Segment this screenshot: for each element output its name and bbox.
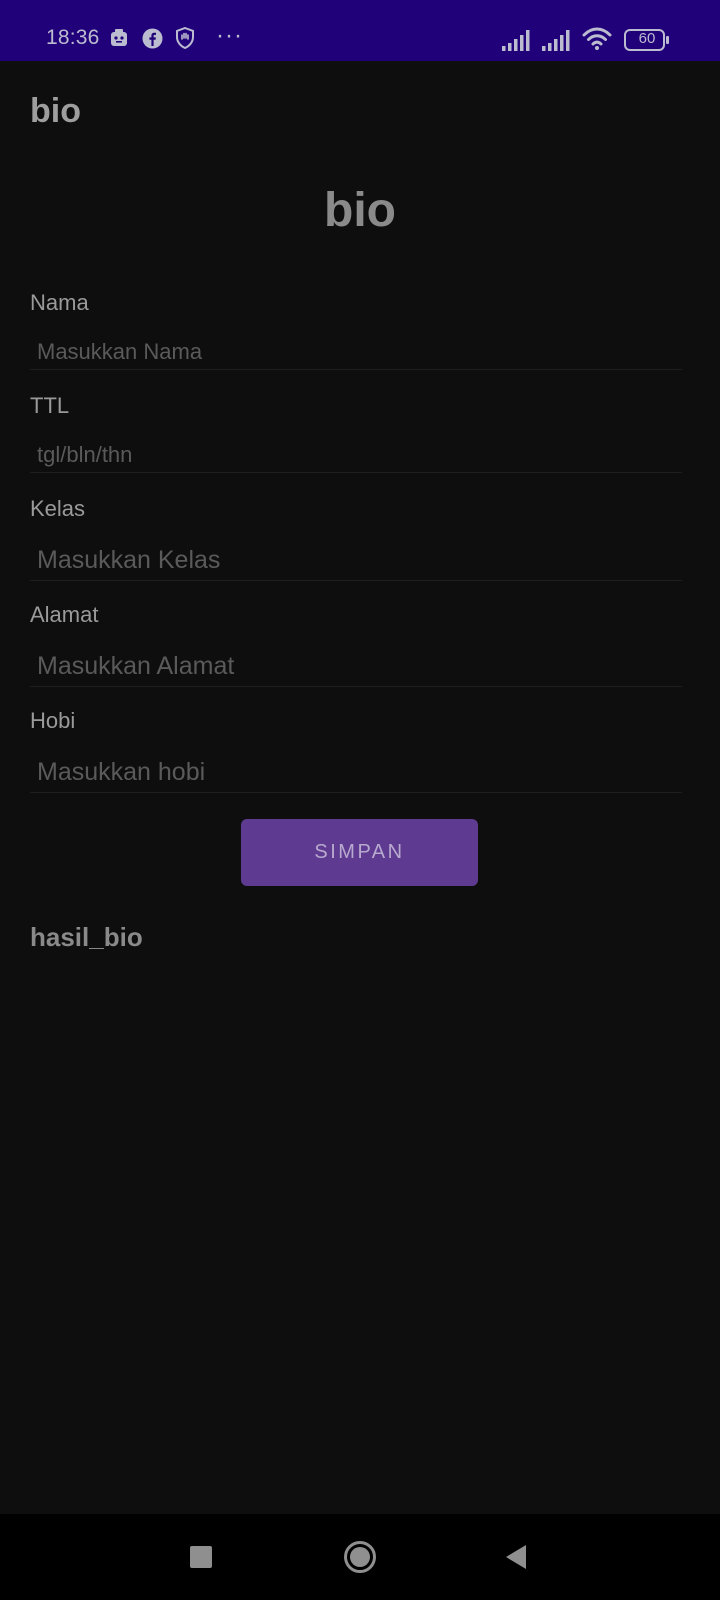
hobi-input[interactable] (30, 753, 682, 793)
simpan-button[interactable]: SIMPAN (241, 819, 478, 886)
battery-level: 60 (638, 30, 656, 47)
kelas-input[interactable] (30, 541, 682, 581)
status-time: 18:36 (46, 26, 100, 49)
facebook-icon (142, 28, 163, 54)
cell-signal-icon (502, 29, 534, 56)
result-text: hasil_bio (30, 922, 143, 952)
back-triangle-icon[interactable] (476, 1514, 556, 1600)
app-bar-title: bio (30, 92, 81, 130)
ttl-input[interactable] (30, 437, 682, 473)
kelas-label: Kelas (30, 496, 86, 521)
app-screen: 18:36 ··· 60 bio bio Nama Masukkan Nama … (0, 0, 720, 1600)
wifi-icon (582, 27, 612, 56)
alamat-label: Alamat (30, 602, 99, 627)
home-circle-icon[interactable] (320, 1514, 400, 1600)
alamat-input[interactable] (30, 647, 682, 687)
navigation-bar (0, 1514, 720, 1600)
nama-input[interactable] (30, 334, 682, 370)
gallery-notification-icon (110, 28, 128, 53)
shield-hand-icon (174, 26, 196, 54)
hobi-label: Hobi (30, 708, 76, 733)
page-heading: bio (324, 184, 396, 237)
cell-signal-icon (542, 29, 574, 56)
nama-label: Nama (30, 290, 89, 315)
ttl-label: TTL (30, 393, 70, 418)
recents-square-icon[interactable] (161, 1514, 241, 1600)
more-dots: ··· (216, 22, 243, 49)
status-bar: 18:36 ··· 60 (0, 0, 720, 61)
